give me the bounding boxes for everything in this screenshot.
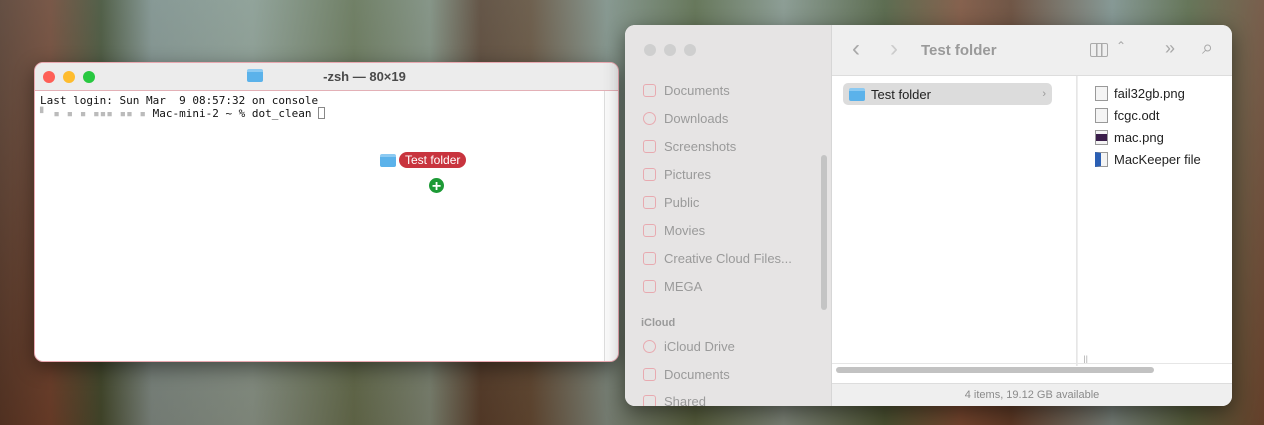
column-1: Test folder › ||: [832, 76, 1088, 366]
word-file-icon: [1095, 152, 1108, 167]
file-label: MacKeeper file: [1114, 152, 1201, 167]
copy-plus-icon: +: [427, 176, 446, 195]
scrollbar-thumb[interactable]: [836, 367, 1154, 373]
file-item[interactable]: MacKeeper file: [1095, 152, 1201, 167]
terminal-output[interactable]: Last login: Sun Mar 9 08:57:32 on consol…: [35, 91, 618, 123]
sidebar-item-icloud-drive[interactable]: iCloud Drive: [643, 339, 735, 354]
sidebar-label: Public: [664, 195, 700, 210]
shared-folder-icon: [643, 395, 656, 406]
folder-icon: [643, 280, 656, 293]
image-file-icon: [1095, 86, 1108, 101]
column-row-test-folder[interactable]: Test folder ›: [843, 83, 1052, 105]
sidebar-label: Movies: [664, 223, 706, 238]
sidebar-item-icloud-documents[interactable]: Documents: [643, 367, 730, 382]
sidebar-label: Downloads: [664, 111, 729, 126]
sidebar-label: Pictures: [664, 167, 711, 182]
text-cursor: [318, 107, 326, 119]
folder-icon: [643, 140, 656, 153]
folder-icon: [380, 153, 396, 167]
sidebar-label: Documents: [664, 83, 730, 98]
search-button[interactable]: ⌕: [1202, 37, 1213, 60]
sidebar-label: MEGA: [664, 279, 703, 294]
film-icon: [643, 224, 656, 237]
column-view-icon[interactable]: [1090, 43, 1108, 57]
sidebar-item-shared[interactable]: Shared: [643, 394, 706, 406]
terminal-prompt: Mac-mini-2 ~ % dot_clean: [152, 107, 319, 120]
file-item[interactable]: fail32gb.png: [1095, 86, 1185, 101]
more-toolbar-button[interactable]: »: [1165, 38, 1175, 59]
file-item[interactable]: mac.png: [1095, 130, 1164, 145]
terminal-scrollbar[interactable]: [604, 91, 618, 361]
image-file-icon: [1095, 130, 1108, 145]
horizontal-scrollbar[interactable]: [832, 363, 1232, 375]
document-file-icon: [1095, 108, 1108, 123]
sidebar-item-creative-cloud[interactable]: Creative Cloud Files...: [643, 251, 792, 266]
row-label: Test folder: [871, 86, 931, 102]
chevron-right-icon: ›: [1042, 88, 1046, 100]
zoom-button[interactable]: [684, 44, 696, 56]
sidebar-label: Documents: [664, 367, 730, 382]
terminal-titlebar[interactable]: -zsh — 80×19: [35, 63, 618, 91]
sidebar-label: iCloud Drive: [664, 339, 735, 354]
sidebar-item-documents[interactable]: Documents: [643, 83, 730, 98]
terminal-title-text: -zsh — 80×19: [323, 69, 406, 84]
status-bar: 4 items, 19.12 GB available: [832, 383, 1232, 406]
download-icon: [643, 112, 656, 125]
finder-toolbar: ‹ › Test folder ⌃ » ⌕: [832, 25, 1232, 76]
sidebar-item-screenshots[interactable]: Screenshots: [643, 139, 736, 154]
drag-preview: Test folder: [380, 152, 467, 168]
terminal-window[interactable]: -zsh — 80×19 Last login: Sun Mar 9 08:57…: [34, 62, 619, 362]
minimize-button[interactable]: [664, 44, 676, 56]
sidebar-item-downloads[interactable]: Downloads: [643, 111, 728, 126]
finder-sidebar: Documents Downloads Screenshots Pictures…: [625, 25, 832, 406]
sidebar-scrollbar[interactable]: [821, 155, 827, 310]
terminal-line: Last login: Sun Mar 9 08:57:32 on consol…: [40, 94, 319, 107]
file-label: mac.png: [1114, 130, 1164, 145]
document-icon: [643, 84, 656, 97]
file-label: fcgc.odt: [1114, 108, 1160, 123]
window-title: Test folder: [921, 42, 997, 59]
sidebar-label: Creative Cloud Files...: [664, 251, 792, 266]
back-button[interactable]: ‹: [852, 35, 860, 63]
folder-icon: [643, 196, 656, 209]
cloud-icon: [643, 340, 656, 353]
sidebar-item-public[interactable]: Public: [643, 195, 699, 210]
forward-button[interactable]: ›: [890, 35, 898, 63]
folder-icon: [247, 69, 264, 82]
file-label: fail32gb.png: [1114, 86, 1185, 101]
folder-icon: [643, 252, 656, 265]
terminal-title: -zsh — 80×19: [35, 69, 618, 84]
photo-icon: [643, 168, 656, 181]
finder-window[interactable]: Documents Downloads Screenshots Pictures…: [625, 25, 1232, 406]
document-icon: [643, 368, 656, 381]
sidebar-item-mega[interactable]: MEGA: [643, 279, 702, 294]
folder-icon: [849, 87, 865, 101]
sidebar-label: Screenshots: [664, 139, 737, 154]
sidebar-item-movies[interactable]: Movies: [643, 223, 705, 238]
drag-label: Test folder: [399, 152, 467, 168]
close-button[interactable]: [644, 44, 656, 56]
sidebar-section-icloud: iCloud: [641, 317, 676, 329]
sidebar-label: Shared: [664, 394, 706, 406]
file-item[interactable]: fcgc.odt: [1095, 108, 1160, 123]
sidebar-item-pictures[interactable]: Pictures: [643, 167, 711, 182]
